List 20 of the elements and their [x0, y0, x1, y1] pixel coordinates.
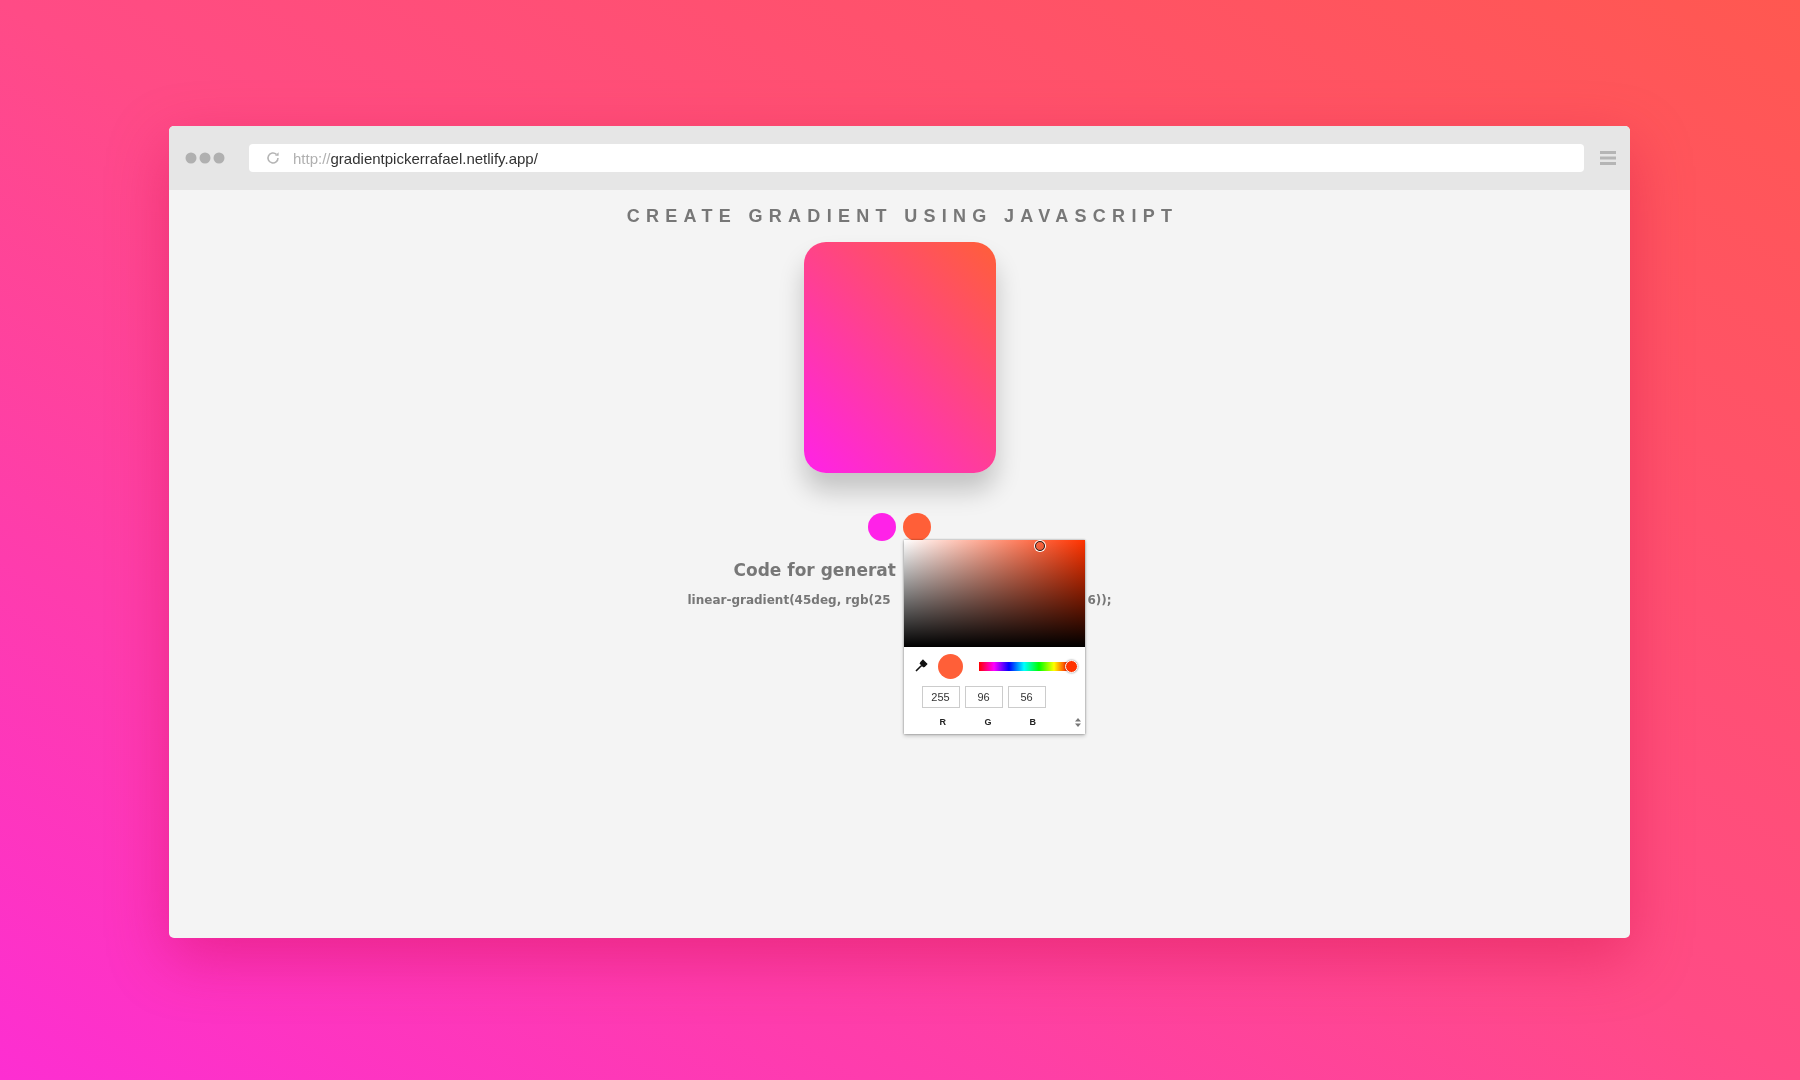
channel-input[interactable]: 56 [1007, 686, 1046, 708]
gradient-code: linear-gradient(45deg, rgb(25 [687, 592, 891, 608]
channel-label: R [939, 717, 947, 727]
saturation-area[interactable] [903, 540, 1085, 647]
eyedropper-icon[interactable] [913, 659, 928, 673]
current-color-swatch [937, 653, 963, 679]
color-swatch[interactable] [903, 513, 931, 541]
code-heading: Code for generat [732, 559, 897, 582]
channel-label: B [1029, 717, 1037, 727]
url-text: http://gradientpickerrafael.netlify.app/ [293, 149, 538, 167]
color-swatch[interactable] [868, 513, 896, 541]
reload-icon[interactable] [265, 150, 281, 166]
hue-handle[interactable] [1065, 659, 1079, 673]
page-title: CREATE GRADIENT USING JAVASCRIPT [625, 206, 1179, 227]
channel-label: G [984, 717, 993, 727]
mode-toggle-icon[interactable] [1074, 717, 1081, 727]
address-bar[interactable]: http://gradientpickerrafael.netlify.app/ [249, 144, 1584, 172]
channel-input[interactable]: 96 [964, 686, 1003, 708]
gradient-code: 6)); [1087, 592, 1112, 608]
channel-input[interactable]: 255 [921, 686, 960, 708]
